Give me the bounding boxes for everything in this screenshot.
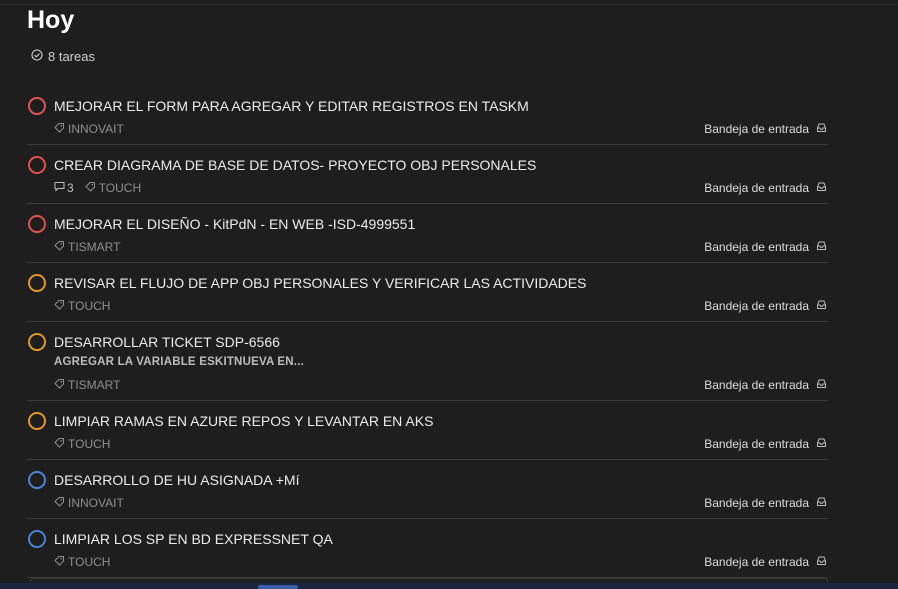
task-project-label: Bandeja de entrada [704, 555, 809, 569]
task-project-label: Bandeja de entrada [704, 181, 809, 195]
task-label[interactable]: TISMART [54, 240, 120, 254]
tag-icon [54, 299, 65, 313]
task-label-text[interactable]: TOUCH [99, 181, 141, 195]
task-checkbox[interactable] [28, 97, 46, 115]
tag-icon [54, 240, 65, 254]
task-project[interactable]: Bandeja de entrada [704, 299, 827, 313]
task-project[interactable]: Bandeja de entrada [704, 122, 827, 136]
task-label[interactable]: TOUCH [54, 299, 110, 313]
task-checkbox[interactable] [28, 215, 46, 233]
task-project-label: Bandeja de entrada [704, 122, 809, 136]
task-row[interactable]: MEJORAR EL FORM PARA AGREGAR Y EDITAR RE… [27, 86, 828, 145]
task-label-text: INNOVAIT [68, 122, 124, 136]
tag-icon [54, 122, 65, 136]
task-label[interactable]: TISMART [54, 378, 120, 392]
task-row[interactable]: LIMPIAR LOS SP EN BD EXPRESSNET QA TOUCH… [27, 519, 828, 578]
task-row[interactable]: MEJORAR EL DISEÑO - KitPdN - EN WEB -ISD… [27, 204, 828, 263]
task-checkbox[interactable] [28, 156, 46, 174]
task-count-label: 8 tareas [48, 49, 95, 64]
task-list: MEJORAR EL FORM PARA AGREGAR Y EDITAR RE… [27, 86, 828, 578]
task-label-text: INNOVAIT [68, 496, 124, 510]
task-project[interactable]: Bandeja de entrada [704, 496, 827, 510]
task-title[interactable]: DESARROLLO DE HU ASIGNADA +Mí [54, 472, 299, 488]
task-label[interactable]: TOUCH [54, 555, 110, 569]
inbox-icon [816, 299, 827, 313]
inbox-icon [816, 378, 827, 392]
task-label[interactable]: INNOVAIT [54, 496, 124, 510]
task-checkbox[interactable] [28, 412, 46, 430]
task-title[interactable]: LIMPIAR RAMAS EN AZURE REPOS Y LEVANTAR … [54, 413, 433, 429]
task-project-label: Bandeja de entrada [704, 299, 809, 313]
inbox-icon [816, 181, 827, 195]
task-project-label: Bandeja de entrada [704, 437, 809, 451]
comment-icon [54, 181, 65, 195]
task-checkbox[interactable] [28, 274, 46, 292]
task-title[interactable]: CREAR DIAGRAMA DE BASE DE DATOS- PROYECT… [54, 157, 536, 173]
task-project[interactable]: Bandeja de entrada [704, 240, 827, 254]
task-row[interactable]: DESARROLLAR TICKET SDP-6566 AGREGAR LA V… [27, 322, 828, 401]
task-project[interactable]: Bandeja de entrada [704, 378, 827, 392]
task-title[interactable]: LIMPIAR LOS SP EN BD EXPRESSNET QA [54, 531, 333, 547]
task-label[interactable]: INNOVAIT [54, 122, 124, 136]
inbox-icon [816, 555, 827, 569]
task-comments[interactable]: 3 [54, 181, 74, 195]
task-label-text: TOUCH [68, 299, 111, 313]
task-project[interactable]: Bandeja de entrada [704, 437, 827, 451]
tag-icon [54, 496, 65, 510]
inbox-icon [816, 437, 827, 451]
task-label[interactable]: TOUCH [54, 437, 110, 451]
task-count: 8 tareas [31, 49, 95, 64]
inbox-icon [816, 122, 827, 136]
top-divider [0, 4, 898, 5]
task-meta: 3 TOUCH [54, 181, 141, 195]
task-project-label: Bandeja de entrada [704, 240, 809, 254]
task-label-text: TOUCH [68, 437, 111, 451]
task-title[interactable]: MEJORAR EL DISEÑO - KitPdN - EN WEB -ISD… [54, 216, 415, 232]
task-project-label: Bandeja de entrada [704, 378, 809, 392]
task-description: AGREGAR LA VARIABLE ESKITNUEVA EN... [54, 356, 304, 368]
task-title[interactable]: REVISAR EL FLUJO DE APP OBJ PERSONALES Y… [54, 275, 586, 291]
task-label-text: TISMART [68, 240, 121, 254]
tag-icon [54, 378, 65, 392]
task-title[interactable]: MEJORAR EL FORM PARA AGREGAR Y EDITAR RE… [54, 98, 529, 114]
taskbar-strip [0, 583, 898, 589]
comment-count: 3 [67, 181, 74, 195]
inbox-icon [816, 240, 827, 254]
task-checkbox[interactable] [28, 333, 46, 351]
task-title[interactable]: DESARROLLAR TICKET SDP-6566 [54, 334, 280, 350]
check-circle-icon [31, 49, 43, 64]
tag-icon [84, 181, 96, 195]
tag-icon [54, 437, 65, 451]
task-checkbox[interactable] [28, 471, 46, 489]
taskbar-indicator [258, 585, 298, 589]
task-row[interactable]: LIMPIAR RAMAS EN AZURE REPOS Y LEVANTAR … [27, 401, 828, 460]
task-checkbox[interactable] [28, 530, 46, 548]
task-project-label: Bandeja de entrada [704, 496, 809, 510]
task-label-text: TOUCH [68, 555, 111, 569]
page-title: Hoy [27, 6, 75, 34]
task-label-text: TISMART [68, 378, 121, 392]
task-project[interactable]: Bandeja de entrada [704, 181, 827, 195]
tag-icon [54, 555, 65, 569]
task-row[interactable]: CREAR DIAGRAMA DE BASE DE DATOS- PROYECT… [27, 145, 828, 204]
inbox-icon [816, 496, 827, 510]
task-row[interactable]: DESARROLLO DE HU ASIGNADA +Mí INNOVAIT B… [27, 460, 828, 519]
task-row[interactable]: REVISAR EL FLUJO DE APP OBJ PERSONALES Y… [27, 263, 828, 322]
task-project[interactable]: Bandeja de entrada [704, 555, 827, 569]
